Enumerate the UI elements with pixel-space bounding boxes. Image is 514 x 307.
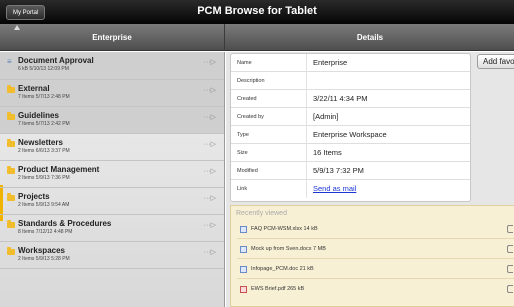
column-divider xyxy=(306,72,307,90)
detail-value: 3/22/11 4:34 PM xyxy=(313,94,368,103)
list-item-title: Workspaces xyxy=(18,246,65,255)
detail-value: Enterprise xyxy=(313,58,348,67)
list-item-meta: 8 Items 7/12/12 4:48 PM xyxy=(18,229,73,235)
folder-icon xyxy=(7,247,15,255)
send-as-mail-link[interactable]: Send as mail xyxy=(313,184,356,193)
pdf-icon xyxy=(240,286,247,293)
detail-label: Size xyxy=(237,150,248,156)
folder-icon xyxy=(7,85,15,93)
list-item-newsletters[interactable]: Newsletters 2 Items 6/6/13 3:37 PM ···▷ xyxy=(0,134,224,161)
column-divider xyxy=(306,126,307,144)
details-table: Name Enterprise Description Created 3/22… xyxy=(230,53,471,202)
detail-row-link: Link Send as mail xyxy=(231,180,470,198)
section-header-bar: Enterprise Details xyxy=(0,24,514,51)
detail-row-type: Type Enterprise Workspace xyxy=(231,126,470,144)
add-favorite-button[interactable]: Add favorite xyxy=(477,54,514,69)
recent-item-label: Infopage_PCM.doc 21 kB xyxy=(251,266,314,272)
folder-icon xyxy=(7,112,15,120)
spreadsheet-icon xyxy=(240,226,247,233)
column-divider xyxy=(306,108,307,126)
list-item-projects[interactable]: Projects 2 Items 5/9/13 9:54 AM ···▷ xyxy=(0,188,224,215)
word-doc-icon xyxy=(240,246,247,253)
folder-list-title: Enterprise xyxy=(0,24,225,51)
list-item-guidelines[interactable]: Guidelines 7 Items 5/7/13 2:42 PM ···▷ xyxy=(0,107,224,134)
recent-item-label: FAQ PCM-WSM.xlsx 14 kB xyxy=(251,226,318,232)
list-item-title: Product Management xyxy=(18,165,100,174)
list-item-product-management[interactable]: Product Management 2 Items 5/9/13 7:36 P… xyxy=(0,161,224,188)
detail-label: Description xyxy=(237,78,265,84)
list-item-title: Projects xyxy=(18,192,50,201)
detail-label: Link xyxy=(237,186,248,192)
recently-viewed-panel: Recently viewed FAQ PCM-WSM.xlsx 14 kB M… xyxy=(230,205,514,307)
detail-value: 16 Items xyxy=(313,148,342,157)
list-item-document-approval[interactable]: ≡ Document Approval 6 kB 5/10/13 12:09 P… xyxy=(0,52,224,80)
detail-label: Created xyxy=(237,96,257,102)
recent-item[interactable]: FAQ PCM-WSM.xlsx 14 kB xyxy=(237,222,514,239)
list-item-meta: 2 Items 5/9/13 9:54 AM xyxy=(18,202,70,208)
drill-in-arrow-icon[interactable]: ···▷ xyxy=(204,86,216,94)
list-item-standards-procedures[interactable]: Standards & Procedures 8 Items 7/12/12 4… xyxy=(0,215,224,242)
list-item-meta: 2 Items 6/6/13 3:37 PM xyxy=(18,148,70,154)
detail-row-size: Size 16 Items xyxy=(231,144,470,162)
open-action-icon[interactable] xyxy=(507,265,513,273)
detail-value: 5/9/13 7:32 PM xyxy=(313,166,364,175)
folder-list: ≡ Document Approval 6 kB 5/10/13 12:09 P… xyxy=(0,52,225,307)
recent-item[interactable]: EWS Brief.pdf 265 kB xyxy=(237,282,514,299)
app-title: PCM Browse for Tablet xyxy=(197,5,317,17)
list-item-title: Guidelines xyxy=(18,111,59,120)
folder-icon xyxy=(7,193,15,201)
recently-viewed-title: Recently viewed xyxy=(236,210,287,217)
detail-row-created: Created 3/22/11 4:34 PM xyxy=(231,90,470,108)
drill-in-arrow-icon[interactable]: ···▷ xyxy=(204,113,216,121)
list-item-external[interactable]: External 7 Items 5/7/13 2:48 PM ···▷ xyxy=(0,80,224,107)
details-panel: Name Enterprise Description Created 3/22… xyxy=(226,52,514,307)
list-item-meta: 7 Items 5/7/13 2:42 PM xyxy=(18,121,70,127)
detail-row-created-by: Created by [Admin] xyxy=(231,108,470,126)
word-doc-icon xyxy=(240,266,247,273)
detail-row-modified: Modified 5/9/13 7:32 PM xyxy=(231,162,470,180)
column-divider xyxy=(306,54,307,72)
detail-value: [Admin] xyxy=(313,112,339,121)
drill-in-arrow-icon[interactable]: ···▷ xyxy=(204,194,216,202)
detail-label: Type xyxy=(237,132,249,138)
drill-in-arrow-icon[interactable]: ···▷ xyxy=(204,221,216,229)
list-item-title: External xyxy=(18,84,50,93)
drill-in-arrow-icon[interactable]: ···▷ xyxy=(204,140,216,148)
list-item-title: Document Approval xyxy=(18,56,94,65)
detail-row-name: Name Enterprise xyxy=(231,54,470,72)
folder-icon xyxy=(7,166,15,174)
folder-icon xyxy=(7,220,15,228)
column-divider xyxy=(306,144,307,162)
drill-in-arrow-icon[interactable]: ···▷ xyxy=(204,58,216,66)
column-divider xyxy=(306,162,307,180)
top-bar: My Portal PCM Browse for Tablet xyxy=(0,0,514,24)
recent-item-label: Mock up from Sven.docx 7 MB xyxy=(251,246,326,252)
list-item-meta: 2 Items 5/9/13 7:36 PM xyxy=(18,175,70,181)
detail-value: Enterprise Workspace xyxy=(313,130,387,139)
list-item-meta: 7 Items 5/7/13 2:48 PM xyxy=(18,94,70,100)
list-item-meta: 6 kB 5/10/13 12:09 PM xyxy=(18,66,69,72)
open-action-icon[interactable] xyxy=(507,285,513,293)
list-item-title: Standards & Procedures xyxy=(18,219,112,228)
folder-icon xyxy=(7,139,15,147)
list-item-title: Newsletters xyxy=(18,138,63,147)
column-divider xyxy=(306,180,307,198)
open-action-icon[interactable] xyxy=(507,225,513,233)
list-item-workspaces[interactable]: Workspaces 2 Items 5/9/13 5:28 PM ···▷ xyxy=(0,242,224,269)
drill-in-arrow-icon[interactable]: ···▷ xyxy=(204,167,216,175)
pcm-browse-app: My Portal PCM Browse for Tablet Enterpri… xyxy=(0,0,514,307)
document-icon: ≡ xyxy=(7,57,12,66)
column-divider xyxy=(306,90,307,108)
recent-item-label: EWS Brief.pdf 265 kB xyxy=(251,286,305,292)
detail-label: Name xyxy=(237,60,252,66)
detail-row-description: Description xyxy=(231,72,470,90)
detail-label: Modified xyxy=(237,168,258,174)
drill-in-arrow-icon[interactable]: ···▷ xyxy=(204,248,216,256)
open-action-icon[interactable] xyxy=(507,245,513,253)
recent-item[interactable]: Infopage_PCM.doc 21 kB xyxy=(237,262,514,279)
list-item-meta: 2 Items 5/9/13 5:28 PM xyxy=(18,256,70,262)
detail-label: Created by xyxy=(237,114,264,120)
recent-item[interactable]: Mock up from Sven.docx 7 MB xyxy=(237,242,514,259)
details-title: Details xyxy=(356,33,384,42)
